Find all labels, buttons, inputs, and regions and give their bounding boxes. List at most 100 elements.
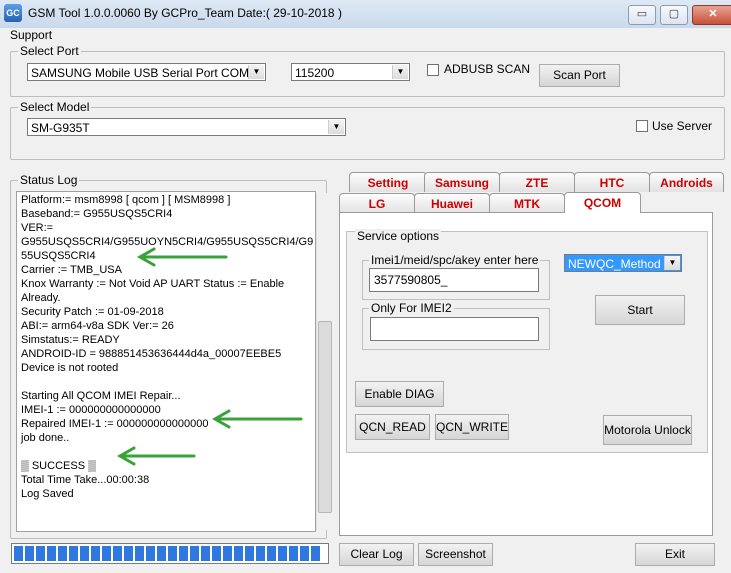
log-line: ▒ SUCCESS ▒ <box>21 460 96 472</box>
method-select[interactable]: NEWQC_Method ▼ <box>564 254 682 272</box>
use-server-label: Use Server <box>652 119 713 133</box>
port-select[interactable]: SAMSUNG Mobile USB Serial Port COM56 ▼ <box>27 63 266 81</box>
exit-button[interactable]: Exit <box>635 543 715 566</box>
log-line: Total Time Take...00:00:38 <box>21 474 150 486</box>
log-line: Starting All QCOM IMEI Repair... <box>21 390 181 402</box>
log-line: Carrier := TMB_USA <box>21 264 122 276</box>
log-line: Repaired IMEI-1 := 000000000000000 <box>21 418 209 430</box>
progress-segment <box>36 546 45 561</box>
baud-select-value: 115200 <box>295 66 335 80</box>
baud-select[interactable]: 115200 ▼ <box>291 63 410 81</box>
progress-segment <box>80 546 89 561</box>
title-bar: GC GSM Tool 1.0.0.0060 By GCPro_Team Dat… <box>0 0 731 29</box>
model-select[interactable]: SM-G935T ▼ <box>27 118 346 136</box>
qcn-write-button[interactable]: QCN_WRITE <box>435 414 509 440</box>
progress-segment <box>135 546 144 561</box>
annotation-arrow-icon <box>116 446 196 466</box>
log-line: Knox Warranty := Not Void AP UART Status… <box>21 278 285 290</box>
enable-diag-button[interactable]: Enable DIAG <box>355 381 444 407</box>
progress-segment <box>223 546 232 561</box>
imei1-legend: Imei1/meid/spc/akey enter here <box>369 253 541 267</box>
method-select-value: NEWQC_Method <box>568 257 661 271</box>
progress-segment <box>168 546 177 561</box>
log-line: VER:= <box>21 222 54 234</box>
tab-setting[interactable]: Setting <box>349 172 427 192</box>
clear-log-button[interactable]: Clear Log <box>339 543 414 566</box>
log-line: Security Patch := 01-09-2018 <box>21 306 164 318</box>
select-model-legend: Select Model <box>18 100 92 114</box>
log-line: ABI:= arm64-v8a SDK Ver:= 26 <box>21 320 174 332</box>
log-line: IMEI-1 := 000000000000000 <box>21 404 161 416</box>
service-options-legend: Service options <box>355 229 442 243</box>
log-line: Platform:= msm8998 [ qcom ] [ MSM8998 ] <box>21 194 231 206</box>
minimize-icon[interactable]: ▭ <box>628 5 656 25</box>
log-line: Already. <box>21 292 61 304</box>
progress-segment <box>190 546 199 561</box>
progress-segment <box>289 546 298 561</box>
progress-segment <box>179 546 188 561</box>
log-scrollbar[interactable] <box>316 193 332 530</box>
progress-segment <box>25 546 34 561</box>
chevron-down-icon: ▼ <box>664 256 680 270</box>
tab-lg[interactable]: LG <box>339 193 415 213</box>
tab-zte[interactable]: ZTE <box>499 172 575 192</box>
progress-segment <box>124 546 133 561</box>
log-scrollbar-thumb[interactable] <box>318 321 332 513</box>
log-line: Device is not rooted <box>21 362 119 374</box>
maximize-icon[interactable]: ▢ <box>660 5 688 25</box>
tab-htc[interactable]: HTC <box>574 172 650 192</box>
port-select-value: SAMSUNG Mobile USB Serial Port COM56 <box>31 66 263 80</box>
app-icon: GC <box>4 4 22 22</box>
start-button[interactable]: Start <box>595 295 685 325</box>
log-line: Baseband:= G955USQS5CRI4 <box>21 208 173 220</box>
use-server-checkbox[interactable] <box>636 120 648 132</box>
progress-bar <box>11 543 329 564</box>
log-line: Simstatus:= READY <box>21 334 120 346</box>
adbusb-label: ADBUSB SCAN <box>444 62 531 76</box>
qcn-read-button[interactable]: QCN_READ <box>355 414 430 440</box>
status-log-legend: Status Log <box>18 173 80 187</box>
imei2-input[interactable] <box>370 317 539 341</box>
progress-segment <box>201 546 210 561</box>
tab-huawei[interactable]: Huawei <box>414 193 490 213</box>
tab-samsung[interactable]: Samsung <box>424 172 500 192</box>
model-select-value: SM-G935T <box>31 121 90 135</box>
progress-segment <box>102 546 111 561</box>
select-port-legend: Select Port <box>18 44 81 58</box>
imei2-legend: Only For IMEI2 <box>369 301 454 315</box>
chevron-down-icon: ▼ <box>392 65 408 79</box>
menu-support[interactable]: Support <box>10 28 52 42</box>
annotation-arrow-icon <box>136 247 228 267</box>
chevron-down-icon: ▼ <box>248 65 264 79</box>
menu-bar: Support <box>0 28 731 44</box>
progress-segment <box>113 546 122 561</box>
progress-segment <box>146 546 155 561</box>
status-log-text[interactable]: Platform:= msm8998 [ qcom ] [ MSM8998 ] … <box>16 191 332 532</box>
screenshot-button[interactable]: Screenshot <box>418 543 493 566</box>
progress-segment <box>300 546 309 561</box>
motorola-unlock-button[interactable]: Motorola Unlock <box>603 415 692 445</box>
imei1-input[interactable]: 3577590805_ <box>369 268 539 292</box>
window-title: GSM Tool 1.0.0.0060 By GCPro_Team Date:(… <box>28 6 342 20</box>
progress-segment <box>234 546 243 561</box>
chevron-down-icon: ▼ <box>328 120 344 134</box>
close-icon[interactable]: ✕ <box>692 5 731 25</box>
progress-segment <box>58 546 67 561</box>
tab-qcom[interactable]: QCOM <box>564 192 641 213</box>
progress-segment <box>256 546 265 561</box>
progress-segment <box>278 546 287 561</box>
progress-segment <box>69 546 78 561</box>
progress-segment <box>47 546 56 561</box>
progress-segment <box>212 546 221 561</box>
log-line: 55USQS5CRI4 <box>21 250 96 262</box>
adbusb-checkbox[interactable] <box>427 64 439 76</box>
progress-segment <box>14 546 23 561</box>
tab-androids[interactable]: Androids <box>649 172 724 192</box>
progress-segment <box>311 546 320 561</box>
log-line: ANDROID-ID = 988851453636444d4a_00007EEB… <box>21 348 282 360</box>
progress-segment <box>91 546 100 561</box>
tab-mtk[interactable]: MTK <box>489 193 565 213</box>
progress-segment <box>245 546 254 561</box>
annotation-arrow-icon <box>211 409 303 429</box>
scan-port-button[interactable]: Scan Port <box>539 64 620 87</box>
